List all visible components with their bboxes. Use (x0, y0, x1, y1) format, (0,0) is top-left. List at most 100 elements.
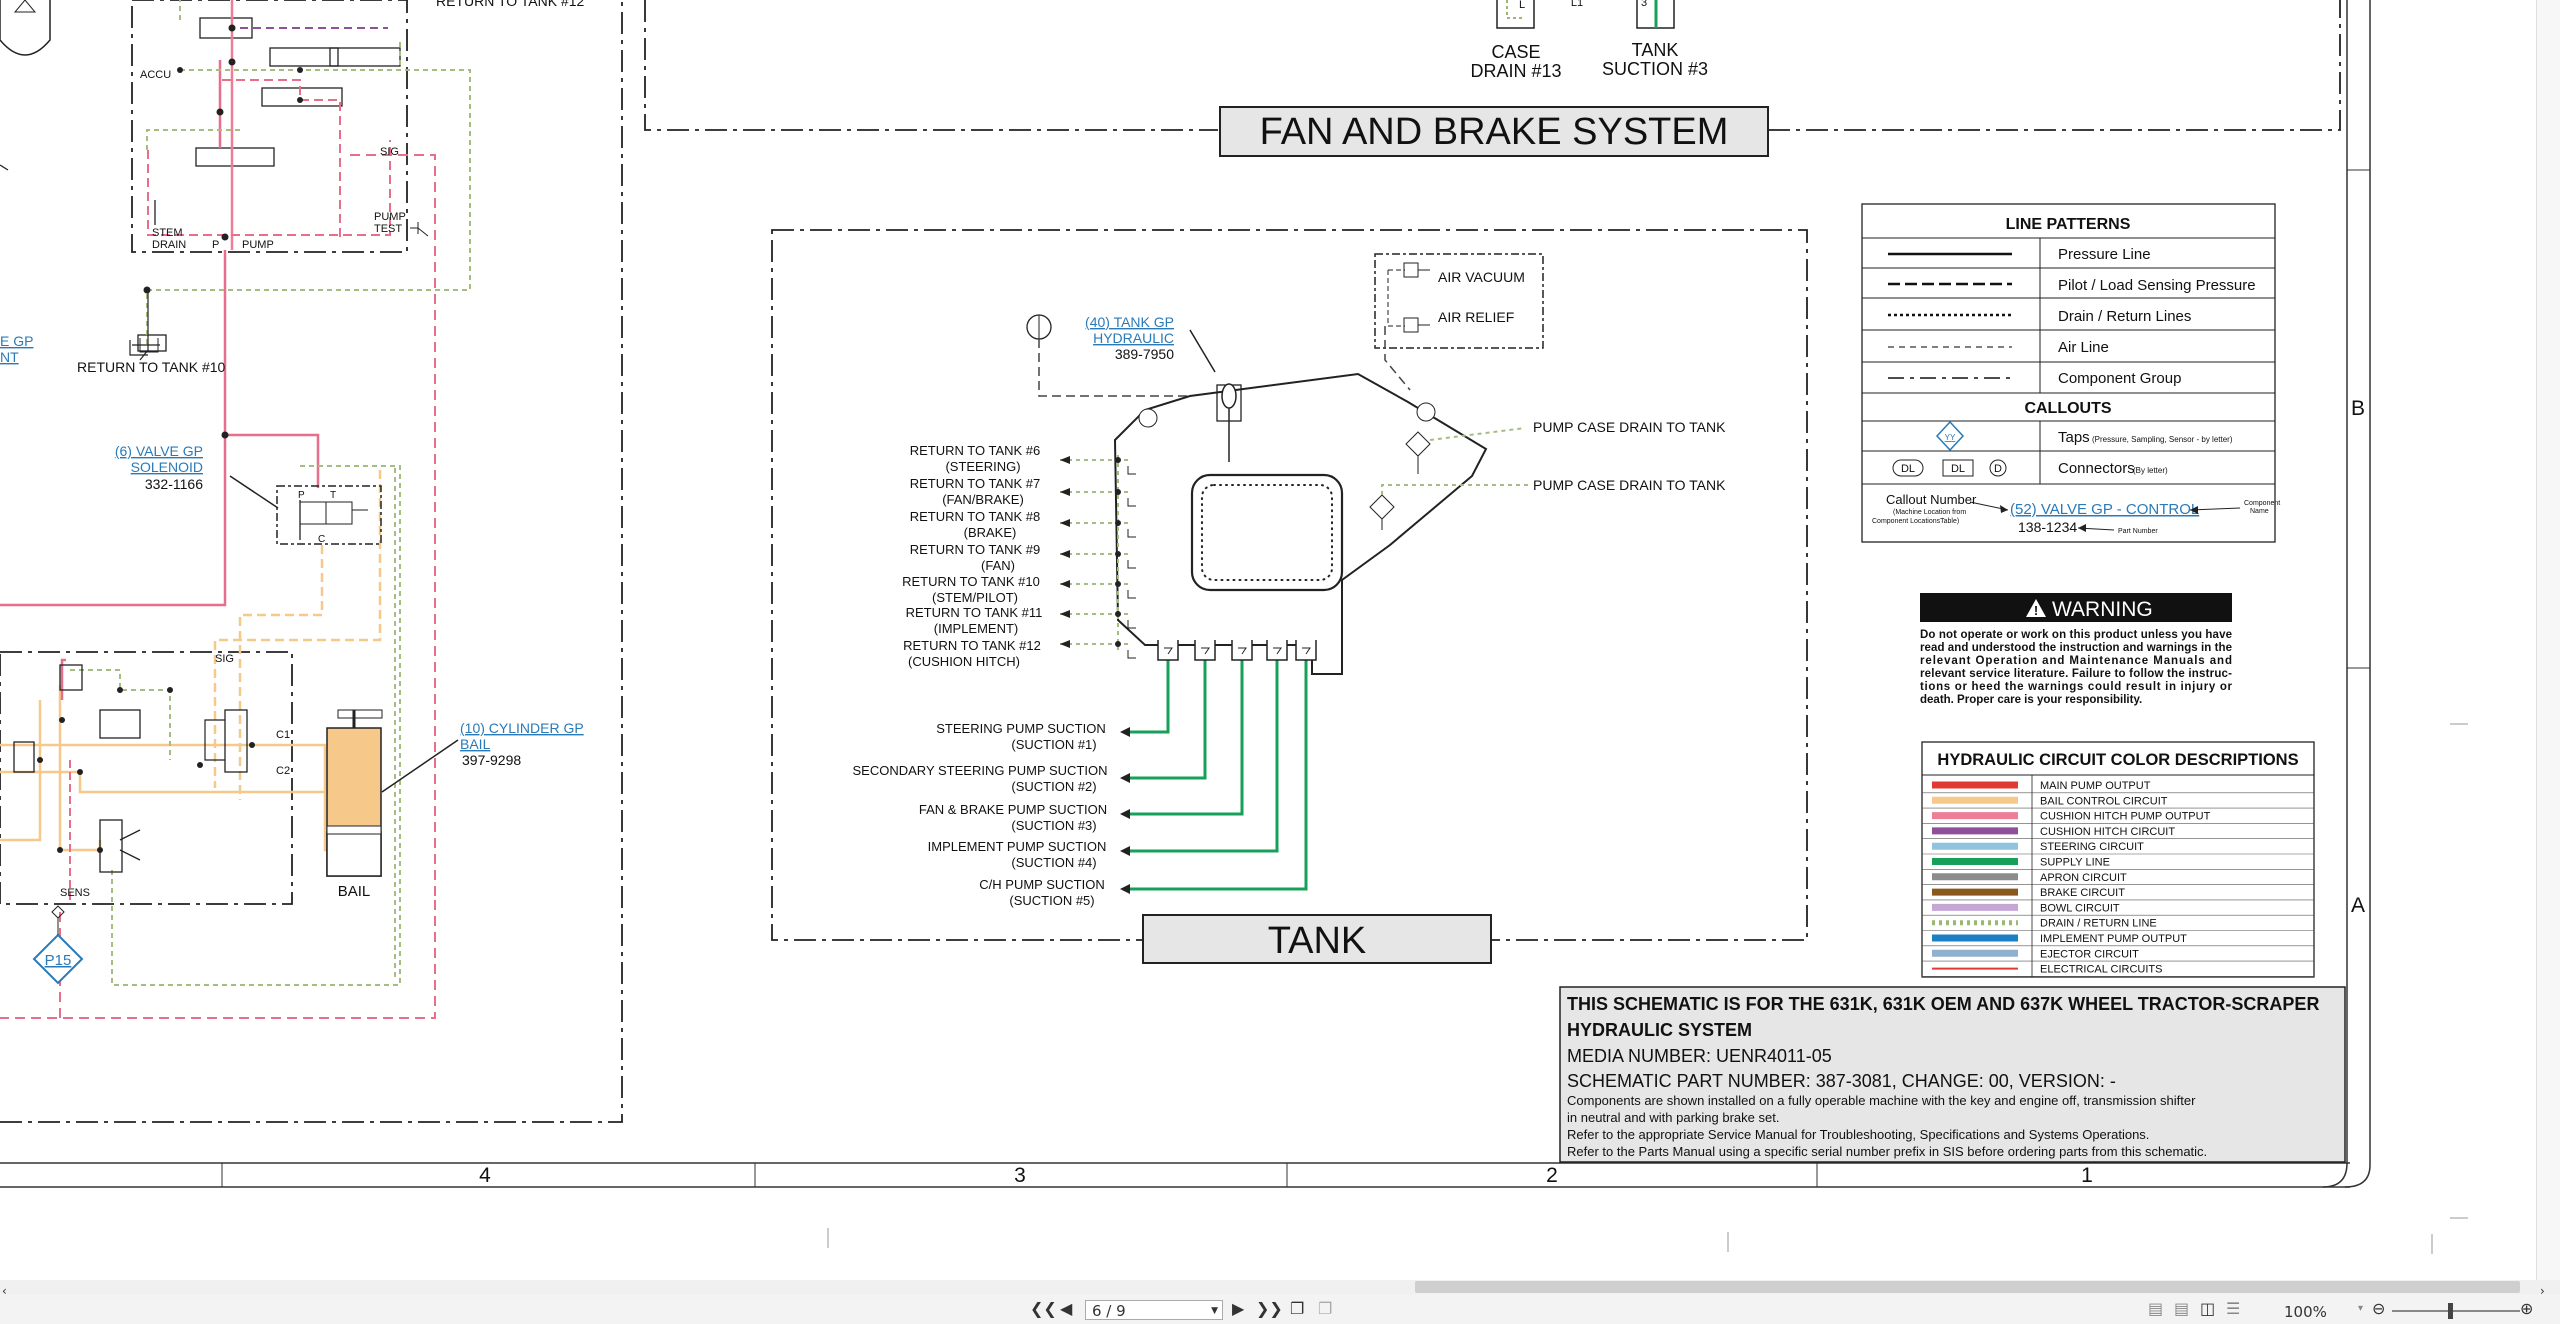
callout-number-label: Callout Number (1886, 492, 1977, 507)
c2-label: C2 (276, 765, 290, 777)
previous-page-icon[interactable]: ◀ (1060, 1299, 1072, 1319)
page-dropdown-icon[interactable]: ▼ (1211, 1301, 1218, 1321)
callouts-title: CALLOUTS (2024, 400, 2111, 417)
warning-line-4: relevant service literature. Failure to … (1920, 668, 2232, 680)
p-label: P (212, 239, 219, 251)
return-10-line2: (STEM/PILOT) (932, 590, 1018, 605)
color-descriptions-table: HYDRAULIC CIRCUIT COLOR DESCRIPTIONS MAI… (1921, 741, 2315, 978)
last-page-icon[interactable]: ❯❯ (1256, 1299, 1283, 1319)
zoom-out-icon[interactable]: ⊖ (2372, 1299, 2385, 1319)
tank-gp-name: HYDRAULIC (1093, 330, 1174, 346)
color-row-label: APRON CIRCUIT (2040, 872, 2127, 884)
pattern-drain: Drain / Return Lines (2058, 308, 2191, 325)
taps-label: Taps (2058, 429, 2090, 446)
bail-cylinder: BAIL (10) CYLINDER GP BAIL 397-9298 (326, 709, 584, 900)
grid-row-b: B (2351, 397, 2365, 420)
title-block-note-3: Refer to the appropriate Service Manual … (1567, 1127, 2149, 1142)
cylinder-gp-part: 397-9298 (462, 752, 521, 768)
book-view-icon[interactable]: ☰ (2226, 1299, 2240, 1319)
title-block-media: MEDIA NUMBER: UENR4011-05 (1567, 1046, 1832, 1066)
zoom-slider-handle[interactable] (2448, 1303, 2453, 1319)
pump-case-drain-1: PUMP CASE DRAIN TO TANK (1533, 419, 1726, 435)
color-row-label: ELECTRICAL CIRCUITS (2040, 964, 2162, 976)
tank-section: (40) TANK GP HYDRAULIC 389-7950 AIR VACU… (1026, 253, 1726, 964)
air-relief-label: AIR RELIEF (1438, 309, 1514, 325)
solenoid-c: C (318, 534, 325, 545)
return-12-line1: RETURN TO TANK #12 (903, 638, 1041, 653)
suction-4-line1: IMPLEMENT PUMP SUCTION (928, 839, 1107, 854)
zoom-slider-track[interactable] (2392, 1310, 2520, 1312)
pump-test-label-2: TEST (374, 223, 402, 235)
color-row-label: CUSHION HITCH CIRCUIT (2040, 826, 2175, 838)
return-8-line2: (BRAKE) (964, 525, 1017, 540)
solenoid-t: T (330, 490, 336, 501)
connector-dl-square: DL (1951, 463, 1965, 475)
title-block-note-2: in neutral and with parking brake set. (1567, 1110, 1779, 1125)
valve-gp-fragment-link: E GP (0, 333, 33, 349)
return-10-left: RETURN TO TANK #10 (77, 359, 226, 375)
suction-2-line1: SECONDARY STEERING PUMP SUCTION (853, 763, 1108, 778)
single-page-view-icon[interactable]: ▤ (2148, 1299, 2163, 1319)
warning-line-5: tions or heed the warnings could result … (1920, 681, 2233, 693)
color-row-label: SUPPLY LINE (2040, 857, 2110, 869)
title-block: THIS SCHEMATIC IS FOR THE 631K, 631K OEM… (1559, 986, 2346, 1163)
document-viewport[interactable]: 4 3 2 1 B A L L1 3 CASE DRAIN #13 TANK S… (0, 0, 2560, 1280)
cylinder-gp-name: BAIL (460, 736, 491, 752)
case-drain-label-2: DRAIN #13 (1470, 61, 1561, 81)
return-9-line2: (FAN) (981, 558, 1015, 573)
two-page-view-icon[interactable]: ◫ (2200, 1299, 2215, 1319)
valve-gp-solenoid-name: SOLENOID (131, 459, 203, 475)
suction-3-line2: (SUCTION #3) (1011, 818, 1096, 833)
vertical-scrollbar[interactable] (2536, 0, 2560, 1280)
zoom-in-icon[interactable]: ⊕ (2520, 1299, 2533, 1319)
top-drain-symbols: L L1 3 CASE DRAIN #13 TANK SUCTION #3 (1470, 0, 1708, 81)
pump-label: PUMP (242, 239, 274, 251)
title-block-part: SCHEMATIC PART NUMBER: 387-3081, CHANGE:… (1567, 1071, 2116, 1091)
color-row-label: IMPLEMENT PUMP OUTPUT (2040, 933, 2187, 945)
p15-tap-link: P15 (45, 952, 72, 969)
suction-labels: STEERING PUMP SUCTION (SUCTION #1) SECON… (853, 721, 1108, 908)
scroll-right-arrow-icon[interactable]: › (2540, 1281, 2545, 1301)
horizontal-scroll-thumb[interactable] (1415, 1281, 2520, 1293)
three-label: 3 (1641, 0, 1647, 9)
continuous-view-icon[interactable]: ▤ (2174, 1299, 2189, 1319)
tank-gp-link: (40) TANK GP (1085, 314, 1174, 330)
solenoid-p: P (298, 490, 305, 501)
stem-label: STEM (152, 227, 183, 239)
connectors-label: Connectors (2058, 460, 2135, 477)
connectors-note: (By letter) (2133, 466, 2168, 475)
color-row-label: EJECTOR CIRCUIT (2040, 948, 2139, 960)
warning-line-2: read and understood the instruction and … (1920, 642, 2232, 654)
color-row-label: MAIN PUMP OUTPUT (2040, 780, 2151, 792)
return-6-line1: RETURN TO TANK #6 (910, 443, 1041, 458)
taps-note: (Pressure, Sampling, Sensor - by letter) (2092, 435, 2233, 444)
suction-5-line1: C/H PUMP SUCTION (979, 877, 1104, 892)
connector-d: D (1994, 463, 2002, 475)
pattern-pressure: Pressure Line (2058, 246, 2151, 263)
suction-4-line2: (SUCTION #4) (1011, 855, 1096, 870)
return-11-line1: RETURN TO TANK #11 (906, 605, 1043, 620)
valve-gp-solenoid-part: 332-1166 (145, 476, 203, 492)
return-12-line2: (CUSHION HITCH) (908, 654, 1020, 669)
zoom-level[interactable]: 100% (2284, 1302, 2327, 1322)
grid-col-4: 4 (479, 1164, 491, 1187)
paste-icon[interactable]: ❐ (1318, 1299, 1332, 1319)
suction-1-line1: STEERING PUMP SUCTION (936, 721, 1106, 736)
callout-number-note-2: Component LocationsTable) (1872, 518, 1959, 525)
first-page-icon[interactable]: ❮❮ (1030, 1299, 1057, 1319)
copy-icon[interactable]: ❐ (1290, 1299, 1304, 1319)
tank-gp-part: 389-7950 (1115, 346, 1174, 362)
color-row-label: CUSHION HITCH PUMP OUTPUT (2040, 811, 2211, 823)
svg-text:!: ! (2034, 603, 2038, 618)
grid-row-a: A (2351, 894, 2365, 917)
tank-suction-label: TANK (1632, 40, 1679, 60)
scroll-left-arrow-icon[interactable]: ‹ (2, 1281, 7, 1301)
pump-test-label: PUMP (374, 211, 406, 223)
color-row-label: BAIL CONTROL CIRCUIT (2040, 795, 2168, 807)
warning-line-3: relevant Operation and Maintenance Manua… (1920, 655, 2232, 667)
part-number-note: Part Number (2118, 528, 2158, 535)
next-page-icon[interactable]: ▶ (1232, 1299, 1244, 1319)
c1-label: C1 (276, 729, 290, 741)
page-number-input[interactable]: 6 / 9 ▼ (1085, 1300, 1223, 1320)
zoom-menu-icon[interactable]: ▾ (2358, 1299, 2363, 1319)
